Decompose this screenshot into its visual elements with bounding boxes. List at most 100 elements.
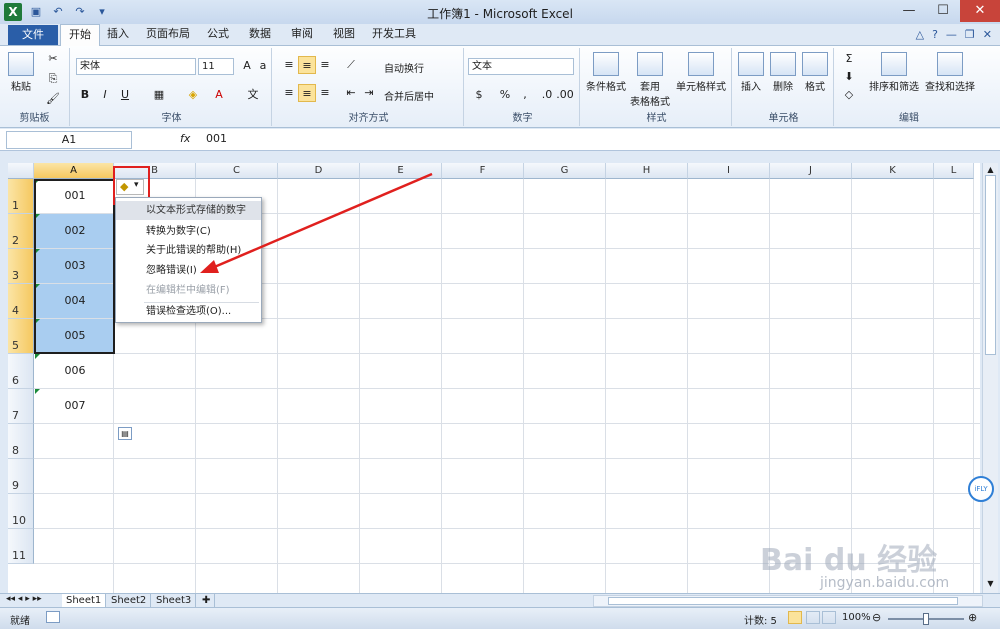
maximize-button[interactable]: ☐ xyxy=(926,0,960,22)
underline-button[interactable]: U xyxy=(116,86,134,104)
column-header[interactable]: D xyxy=(278,163,360,179)
delete-cells-button[interactable]: 删除 xyxy=(768,52,798,93)
column-header[interactable]: I xyxy=(688,163,770,179)
conditional-format-button[interactable]: 条件格式 xyxy=(584,52,628,93)
cell-a2[interactable]: 002 xyxy=(35,214,115,248)
hscroll-thumb[interactable] xyxy=(608,597,958,605)
increase-indent-icon[interactable]: ⇥ xyxy=(360,84,378,102)
column-header[interactable]: G xyxy=(524,163,606,179)
align-bottom-icon[interactable]: ≡ xyxy=(316,56,334,74)
row-header[interactable]: 5 xyxy=(8,319,34,354)
cell-a5[interactable]: 005 xyxy=(35,319,115,353)
column-header[interactable]: E xyxy=(360,163,442,179)
cell-a3[interactable]: 003 xyxy=(35,249,115,283)
zoom-out-icon[interactable]: ⊖ xyxy=(872,611,881,624)
cell-styles-button[interactable]: 单元格样式 xyxy=(674,52,728,93)
orientation-icon[interactable]: ⟋ xyxy=(342,56,360,74)
column-header[interactable]: K xyxy=(852,163,934,179)
find-select-button[interactable]: 查找和选择 xyxy=(922,52,978,93)
new-sheet-icon[interactable]: ✚ xyxy=(198,594,216,607)
help-icon[interactable]: ? xyxy=(932,28,938,41)
tab-page-layout[interactable]: 页面布局 xyxy=(140,24,196,46)
row-header[interactable]: 4 xyxy=(8,284,34,319)
fill-color-icon[interactable]: ◈ xyxy=(184,86,202,104)
cell-a4[interactable]: 004 xyxy=(35,284,115,318)
tab-developer[interactable]: 开发工具 xyxy=(366,24,422,46)
column-header[interactable]: A xyxy=(34,163,114,179)
formula-input[interactable]: 001 xyxy=(206,132,227,145)
sheet-tab-3[interactable]: Sheet3 xyxy=(152,594,197,607)
align-right-icon[interactable]: ≡ xyxy=(316,84,334,102)
shrink-font-icon[interactable]: a xyxy=(254,57,272,75)
format-cells-button[interactable]: 格式 xyxy=(800,52,830,93)
row-header[interactable]: 2 xyxy=(8,214,34,249)
insert-cells-button[interactable]: 插入 xyxy=(736,52,766,93)
tab-insert[interactable]: 插入 xyxy=(100,24,136,46)
tab-formulas[interactable]: 公式 xyxy=(200,24,236,46)
increase-decimal-icon[interactable]: .0 xyxy=(538,86,556,104)
sheet-tab-2[interactable]: Sheet2 xyxy=(107,594,152,607)
column-header[interactable]: C xyxy=(196,163,278,179)
row-header[interactable]: 3 xyxy=(8,249,34,284)
format-painter-icon[interactable]: 🖌 xyxy=(44,90,62,108)
align-middle-icon[interactable]: ≡ xyxy=(298,56,316,74)
paste-options-icon[interactable]: ▤ xyxy=(118,427,132,440)
sheet-nav-icons[interactable]: ◂◂ ◂ ▸ ▸▸ xyxy=(6,594,42,604)
bold-button[interactable]: B xyxy=(76,86,94,104)
doc-close-icon[interactable]: ✕ xyxy=(983,28,992,41)
scroll-up-icon[interactable]: ▲ xyxy=(985,165,996,175)
row-header[interactable]: 8 xyxy=(8,424,34,459)
row-header[interactable]: 11 xyxy=(8,529,34,564)
decrease-indent-icon[interactable]: ⇤ xyxy=(342,84,360,102)
tab-data[interactable]: 数据 xyxy=(242,24,278,46)
menu-error-options[interactable]: 错误检查选项(O)... xyxy=(116,302,261,321)
zoom-slider-thumb[interactable] xyxy=(923,613,929,625)
column-header[interactable]: F xyxy=(442,163,524,179)
tab-home[interactable]: 开始 xyxy=(60,24,100,47)
row-header[interactable]: 9 xyxy=(8,459,34,494)
page-layout-view-icon[interactable] xyxy=(806,611,820,624)
font-size-select[interactable]: 11 xyxy=(198,58,234,75)
sort-filter-button[interactable]: 排序和筛选 xyxy=(866,52,922,93)
minimize-button[interactable]: — xyxy=(892,0,926,22)
italic-button[interactable]: I xyxy=(96,86,114,104)
zoom-slider[interactable] xyxy=(888,613,964,625)
align-left-icon[interactable]: ≡ xyxy=(280,84,298,102)
column-header[interactable]: H xyxy=(606,163,688,179)
number-format-select[interactable]: 文本 xyxy=(468,58,574,75)
merge-center-button[interactable]: 合并后居中 xyxy=(384,88,434,103)
sheet-tab-1[interactable]: Sheet1 xyxy=(62,594,107,607)
format-as-table-button[interactable]: 套用 表格格式 xyxy=(628,52,672,108)
zoom-level[interactable]: 100% xyxy=(842,612,871,623)
percent-button[interactable]: % xyxy=(496,86,514,104)
cell-a6[interactable]: 006 xyxy=(35,354,115,388)
menu-ignore-error[interactable]: 忽略错误(I) xyxy=(116,261,261,280)
row-header[interactable]: 10 xyxy=(8,494,34,529)
horizontal-scrollbar[interactable] xyxy=(593,595,983,607)
doc-restore-icon[interactable]: ❐ xyxy=(965,28,975,41)
doc-minimize-icon[interactable]: — xyxy=(946,28,957,41)
align-center-icon[interactable]: ≡ xyxy=(298,84,316,102)
minimize-ribbon-icon[interactable]: △ xyxy=(916,28,924,41)
accounting-format-icon[interactable]: $ xyxy=(470,86,488,104)
name-box[interactable]: A1 xyxy=(6,131,132,149)
font-name-select[interactable]: 宋体 xyxy=(76,58,196,75)
column-header[interactable]: J xyxy=(770,163,852,179)
align-top-icon[interactable]: ≡ xyxy=(280,56,298,74)
close-button[interactable]: ✕ xyxy=(960,0,1000,22)
decrease-decimal-icon[interactable]: .00 xyxy=(556,86,574,104)
cell-a7[interactable]: 007 xyxy=(35,389,115,423)
paste-button[interactable]: 粘贴 xyxy=(6,52,36,93)
column-header[interactable]: L xyxy=(934,163,974,179)
clear-icon[interactable]: ◇ xyxy=(840,86,858,104)
row-header[interactable]: 1 xyxy=(8,179,34,214)
cell-a1[interactable]: 001 xyxy=(35,179,115,213)
macro-record-icon[interactable] xyxy=(46,611,60,623)
fill-icon[interactable]: ⬇ xyxy=(840,68,858,86)
tab-file[interactable]: 文件 xyxy=(8,25,58,45)
scroll-thumb[interactable] xyxy=(985,175,996,355)
menu-help-on-error[interactable]: 关于此错误的帮助(H) xyxy=(116,241,261,260)
wrap-text-button[interactable]: 自动换行 xyxy=(384,60,424,75)
select-all-corner[interactable] xyxy=(8,163,34,179)
comma-button[interactable]: , xyxy=(516,86,534,104)
